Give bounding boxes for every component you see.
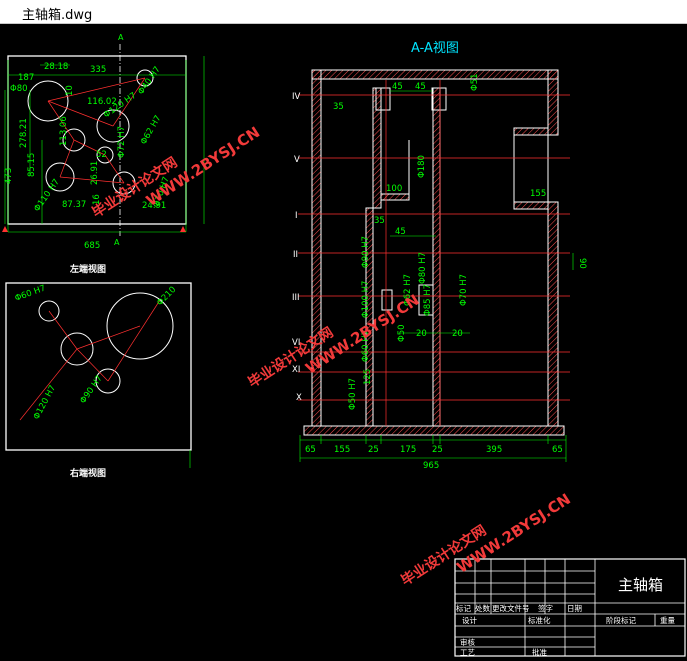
dim-phi85: Φ85 H7 — [423, 284, 433, 316]
dim-bottom: 155 — [334, 445, 350, 455]
dim-45b: 45 — [415, 82, 426, 92]
dim-278: 278.21 — [19, 118, 29, 148]
dim-phi72: Φ72 H7 — [117, 126, 127, 158]
dim-phi62: Φ62 H7 — [139, 114, 164, 147]
tb-pizhun: 批准 — [532, 647, 547, 657]
dim-187: 187 — [18, 73, 34, 83]
section-title: A-A视图 — [411, 41, 459, 56]
right-end-view: Φ60 H7 Φ210 Φ120 H7 Φ90 H7 右端视图 — [5, 282, 192, 479]
dim-335: 335 — [90, 65, 106, 75]
tb-chushu: 处数 — [475, 603, 490, 613]
dim-90: 90 — [577, 258, 587, 269]
tb-gongyi: 工艺 — [460, 648, 475, 657]
dim-phi40: Φ40 H7 — [136, 65, 163, 97]
dim-bottom: 175 — [400, 445, 416, 455]
dim-phi180: Φ180 — [417, 155, 427, 178]
dim-bottom: 65 — [305, 445, 316, 455]
right-view-caption: 右端视图 — [69, 467, 106, 479]
dim-45a: 45 — [392, 82, 403, 92]
dim-52: 52 — [96, 150, 107, 160]
dim-total: 965 — [423, 461, 439, 471]
section-view-aa: A-A视图 IV V I II III VI XI X 35 45 45 Φ51… — [292, 41, 587, 471]
dim-phi210: Φ210 — [155, 285, 178, 308]
dim-phi50: Φ50 — [397, 324, 407, 342]
window-titlebar: 主轴箱.dwg — [0, 0, 687, 24]
dim-bottom: 395 — [486, 445, 502, 455]
tb-jieduan: 阶段标记 — [606, 615, 636, 625]
dim-35: 35 — [333, 102, 344, 112]
dim-125: 125 — [363, 369, 373, 385]
dim-26: 26.91 — [90, 161, 100, 185]
tb-gengai: 更改文件号 — [492, 603, 530, 613]
dim-20a: 20 — [416, 329, 427, 339]
shaft-label: IV — [292, 92, 301, 102]
dim-phi90: Φ90 H7 — [361, 236, 371, 268]
window-title: 主轴箱.dwg — [22, 8, 93, 23]
dim-phi100: Φ100 H7 — [361, 281, 371, 318]
dim-bottom: 25 — [432, 445, 443, 455]
dim-20b: 20 — [452, 329, 463, 339]
dim-10: 10 — [65, 85, 75, 96]
dim-bottom: 65 — [552, 445, 563, 455]
dim-685: 685 — [84, 241, 100, 251]
tb-zhongliang: 重量 — [660, 616, 675, 625]
shaft-label: II — [293, 250, 298, 260]
shaft-label: III — [292, 293, 300, 303]
dim-100: 100 — [386, 184, 402, 194]
dim-35b: 35 — [374, 216, 385, 226]
dim-85: 85.15 — [27, 153, 37, 177]
cad-drawing: A A 335 187 28.18 Φ80 10 116.02 Φ40 H7 Φ… — [2, 33, 686, 657]
tb-biaozhunhua: 标准化 — [528, 615, 551, 625]
title-block: 主轴箱 标记 处数 更改文件号 签字 日期 设计 标准化 阶段标记 重量 审核 … — [454, 558, 686, 657]
shaft-label: X — [296, 393, 302, 403]
dim-phi-top: Φ51 — [470, 73, 480, 91]
tb-sheji: 设计 — [462, 615, 477, 625]
dim-phi60: Φ60 H7 — [14, 283, 48, 303]
dim-bottom: 25 — [368, 445, 379, 455]
dim-155r: 155 — [530, 189, 546, 199]
dim-phi70: Φ70 H7 — [459, 274, 469, 306]
dim-113: 113.06 — [59, 116, 69, 146]
watermarks: 毕业设计论文网 WWW.2BYSJ.CN 毕业设计论文网 WWW.2BYSJ.C… — [89, 123, 574, 589]
left-view-caption: 左端视图 — [69, 263, 106, 275]
shaft-label: XI — [292, 365, 300, 375]
left-end-view: A A 335 187 28.18 Φ80 10 116.02 Φ40 H7 Φ… — [2, 33, 205, 275]
tb-qianzi: 签字 — [538, 603, 553, 613]
drawing-canvas[interactable]: A A 335 187 28.18 Φ80 10 116.02 Φ40 H7 Φ… — [0, 24, 687, 657]
drawing-title: 主轴箱 — [618, 576, 663, 594]
dim-28-18: 28.18 — [44, 62, 68, 72]
right-view-outline — [5, 282, 192, 451]
shaft-label: V — [294, 155, 300, 165]
tb-riqi: 日期 — [567, 604, 582, 613]
section-mark-top: A — [118, 33, 124, 42]
shaft-label: I — [295, 211, 298, 221]
dim-phi50h: Φ50 H7 — [348, 378, 358, 410]
dim-45c: 45 — [395, 227, 406, 237]
dim-phi80: Φ80 H7 — [418, 252, 428, 284]
dim-phi90-r: Φ90 H7 — [78, 374, 105, 406]
section-mark-bottom: A — [114, 238, 120, 247]
tb-biaoji: 标记 — [456, 603, 471, 613]
hatched-walls — [303, 69, 565, 436]
dim-87: 87.37 — [62, 200, 86, 210]
dim-473: 473 — [4, 168, 14, 184]
tb-shenhe: 审核 — [460, 637, 475, 647]
dim-phi-left: Φ80 — [10, 84, 28, 94]
